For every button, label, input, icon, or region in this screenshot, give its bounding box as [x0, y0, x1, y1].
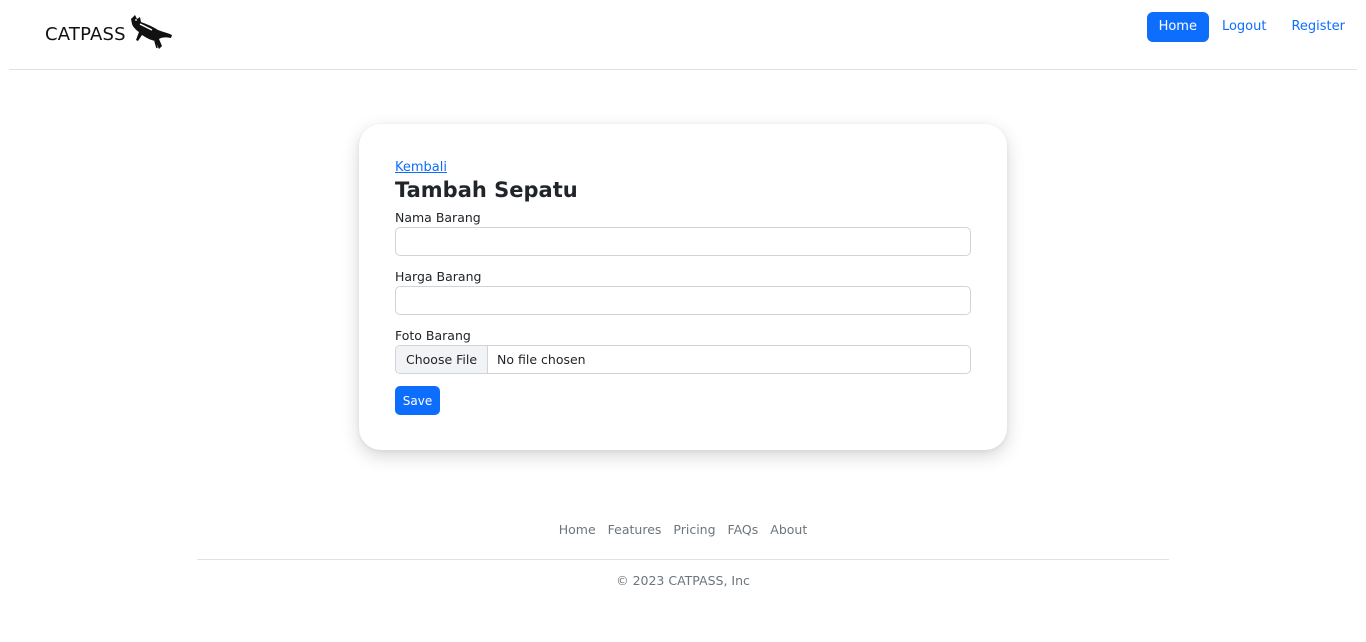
brand-link[interactable]: CATPASS: [45, 14, 174, 54]
brand-name: CATPASS: [45, 23, 126, 45]
footer-link-about[interactable]: About: [770, 522, 807, 537]
footer-link-pricing[interactable]: Pricing: [673, 522, 715, 537]
footer-divider: [197, 559, 1169, 560]
footer-nav: Home Features Pricing FAQs About: [0, 522, 1366, 537]
nav-register[interactable]: Register: [1279, 12, 1357, 42]
nav-home[interactable]: Home: [1146, 12, 1209, 42]
add-shoe-card: Kembali Tambah Sepatu Nama Barang Harga …: [359, 124, 1007, 450]
file-status-text: No file chosen: [497, 352, 586, 367]
copyright-text: © 2023 CATPASS, Inc: [616, 573, 750, 588]
nav-logout[interactable]: Logout: [1210, 12, 1279, 42]
footer-link-faqs[interactable]: FAQs: [728, 522, 759, 537]
save-button[interactable]: Save: [395, 386, 440, 415]
cat-logo-icon: [128, 13, 174, 55]
navbar: CATPASS Home Logout Register: [9, 0, 1357, 70]
page: CATPASS Home Logout Register Kembali Tam…: [0, 0, 1366, 642]
harga-barang-input[interactable]: [395, 286, 971, 315]
main-nav: Home Logout Register: [1146, 12, 1357, 42]
foto-barang-file-input[interactable]: Choose File No file chosen: [395, 345, 971, 374]
footer-link-home[interactable]: Home: [559, 522, 596, 537]
harga-barang-label: Harga Barang: [395, 269, 482, 284]
nama-barang-input[interactable]: [395, 227, 971, 256]
page-title: Tambah Sepatu: [395, 178, 578, 202]
back-link[interactable]: Kembali: [395, 160, 447, 175]
choose-file-button[interactable]: Choose File: [396, 346, 489, 373]
foto-barang-label: Foto Barang: [395, 328, 471, 343]
nama-barang-label: Nama Barang: [395, 210, 481, 225]
footer-link-features[interactable]: Features: [608, 522, 662, 537]
